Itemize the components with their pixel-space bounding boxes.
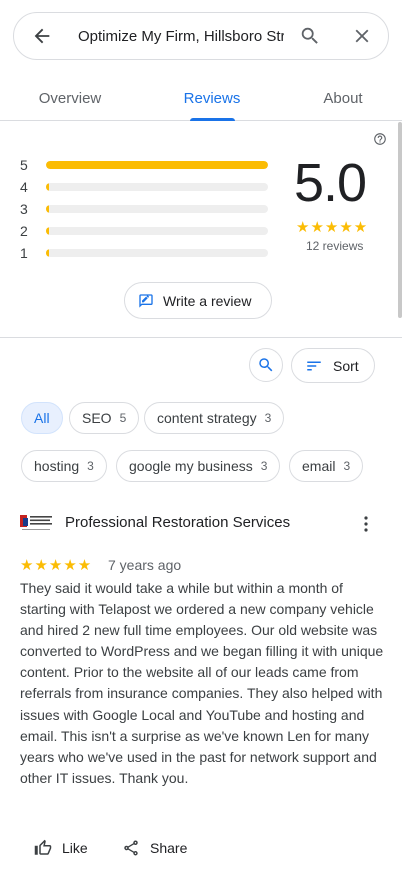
histogram-track (46, 161, 268, 169)
histogram-track (46, 227, 268, 235)
clear-button[interactable] (342, 16, 382, 56)
like-button[interactable]: Like (34, 836, 88, 860)
histogram-row-5: 5 (20, 157, 268, 173)
histogram-label: 2 (20, 223, 28, 239)
histogram-label: 5 (20, 157, 28, 173)
back-button[interactable] (18, 13, 66, 59)
review-stars: ★★★★★ (20, 557, 93, 574)
write-review-label: Write a review (163, 292, 252, 309)
active-tab-indicator (190, 118, 235, 121)
more-options-button[interactable] (358, 514, 374, 534)
chip-email[interactable]: email 3 (289, 450, 364, 482)
review-count[interactable]: 12 reviews (306, 239, 363, 253)
chip-google-my-business[interactable]: google my business 3 (116, 450, 281, 482)
write-review-button[interactable]: Write a review (124, 282, 272, 319)
review-date: 7 years ago (108, 557, 182, 573)
share-icon (124, 840, 138, 856)
chip-seo[interactable]: SEO 5 (69, 402, 140, 434)
histogram-fill (46, 249, 49, 257)
chip-label: email (302, 458, 336, 474)
help-icon[interactable] (373, 132, 387, 146)
histogram-track (46, 249, 268, 257)
reviewer-name[interactable]: Professional Restoration Services (65, 514, 290, 531)
chip-count: 3 (264, 411, 272, 425)
histogram-row-1: 1 (20, 245, 268, 261)
chip-count: 5 (119, 411, 127, 425)
chip-label: All (34, 410, 50, 426)
thumb-up-icon (34, 839, 52, 855)
histogram-row-2: 2 (20, 223, 268, 239)
share-label: Share (150, 840, 188, 856)
chip-label: google my business (129, 458, 253, 474)
review-text: They said it would take a while but with… (20, 580, 384, 786)
chip-label: content strategy (157, 410, 257, 426)
histogram-label: 1 (20, 245, 28, 261)
tab-about[interactable]: About (304, 76, 382, 121)
histogram-label: 4 (20, 179, 28, 195)
histogram-fill (46, 205, 49, 213)
search-button[interactable] (290, 16, 330, 56)
search-icon (301, 27, 318, 44)
chip-content-strategy[interactable]: content strategy 3 (144, 402, 285, 434)
histogram-label: 3 (20, 201, 28, 217)
like-label: Like (62, 840, 88, 856)
chip-count: 3 (343, 459, 351, 473)
arrow-left-icon (34, 28, 50, 44)
chip-label: hosting (34, 458, 80, 474)
tab-reviews[interactable]: Reviews (164, 76, 260, 121)
histogram-track (46, 205, 268, 213)
chip-label: SEO (82, 410, 112, 426)
chip-all[interactable]: All (21, 402, 63, 434)
histogram-track (46, 183, 268, 191)
search-icon (259, 358, 273, 372)
sort-button[interactable]: Sort (291, 348, 375, 383)
close-icon (355, 29, 369, 43)
tab-overview[interactable]: Overview (22, 76, 118, 121)
histogram-fill (46, 227, 49, 235)
histogram-row-4: 4 (20, 179, 268, 195)
search-bar: Optimize My Firm, Hillsboro Str (13, 12, 389, 60)
histogram-row-3: 3 (20, 201, 268, 217)
search-reviews-button[interactable] (249, 348, 283, 382)
chip-count: 3 (260, 459, 268, 473)
share-button[interactable]: Share (122, 836, 187, 860)
tab-bar: Overview Reviews About (0, 76, 402, 121)
rate-review-icon (139, 293, 153, 308)
chip-count: 3 (87, 459, 94, 473)
chip-hosting[interactable]: hosting 3 (21, 450, 107, 482)
search-input[interactable]: Optimize My Firm, Hillsboro Str (78, 28, 284, 45)
sort-label: Sort (333, 357, 359, 374)
reviewer-logo[interactable] (20, 512, 54, 534)
section-divider (0, 337, 402, 338)
more-vert-icon (364, 516, 368, 532)
histogram-fill (46, 183, 49, 191)
histogram-fill (46, 161, 268, 169)
scrollbar[interactable] (398, 122, 402, 318)
sort-icon (307, 361, 321, 370)
rating-stars: ★★★★★ (296, 219, 369, 236)
average-rating: 5.0 (294, 153, 367, 213)
